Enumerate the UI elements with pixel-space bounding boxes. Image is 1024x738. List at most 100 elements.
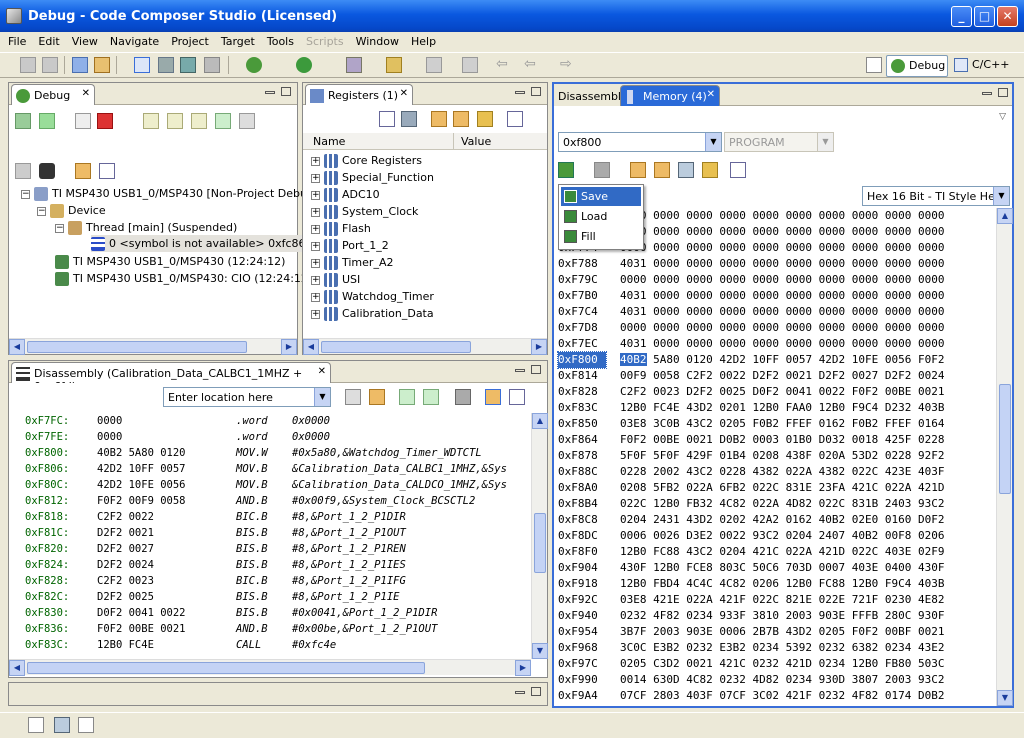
scroll-left-icon[interactable]: ◀ <box>9 339 25 355</box>
import-export-icon[interactable] <box>558 162 574 178</box>
disasm-vscroll[interactable]: ▲ ▼ <box>531 413 548 659</box>
go-icon[interactable] <box>345 389 361 405</box>
menu-scripts[interactable]: Scripts <box>300 35 350 48</box>
scroll-thumb[interactable] <box>321 341 471 353</box>
column-value[interactable]: Value <box>461 135 491 148</box>
close-button[interactable]: ✕ <box>997 6 1018 27</box>
memory-selected-word[interactable]: 40B2 <box>620 353 647 366</box>
tree-item-thread[interactable]: − Thread [main] (Suspended) <box>55 219 237 236</box>
save-icon[interactable] <box>42 57 58 73</box>
menu-item-fill[interactable]: Fill <box>561 227 641 246</box>
memory-grid[interactable]: 0xF74C0000 0000 0000 0000 0000 0000 0000… <box>554 208 994 706</box>
memory-row[interactable]: 0xF800 40B2 5A80 0120 42D2 10FF 0057 42D2… <box>557 351 945 369</box>
menu-item-save[interactable]: Save <box>561 187 641 206</box>
remove-terminated-icon[interactable] <box>15 113 31 129</box>
disasm-row[interactable]: 0xF836: F0F2 00BE 0021 AND.B #0x00be,&Port_… <box>9 621 529 637</box>
memory-row[interactable]: 0xF7EC 4031 0000 0000 0000 0000 0000 0000… <box>558 336 945 352</box>
register-group[interactable]: + Timer_A2 <box>311 254 393 271</box>
scroll-down-icon[interactable]: ▼ <box>532 643 548 659</box>
step-return-icon[interactable] <box>191 113 207 129</box>
reload-icon[interactable] <box>204 57 220 73</box>
memory-row[interactable]: 0xF864 F0F2 00BE 0021 D0B2 0003 01B0 D032… <box>558 432 945 448</box>
step-into-icon[interactable] <box>143 113 159 129</box>
load-program-icon[interactable] <box>180 57 196 73</box>
disasm-row[interactable]: 0xF830: D0F2 0041 0022 BIS.B #0x0041,&Port_… <box>9 605 529 621</box>
memory-row[interactable]: 0xF954 3B7F 2003 903E 0006 2B7B 43D2 0205… <box>558 624 945 640</box>
minimize-view-icon[interactable] <box>265 91 275 94</box>
disasm-row[interactable]: 0xF800: 40B2 5A80 0120 MOV.W #0x5a80,&Watch… <box>9 445 529 461</box>
memory-row[interactable]: 0xF878 5F0F 5F0F 429F 01B4 0208 438F 020A… <box>558 448 945 464</box>
menu-view[interactable]: View <box>66 35 104 48</box>
disasm-row[interactable]: 0xF7FE: 0000 .word 0x0000 <box>9 429 529 445</box>
expand-icon[interactable]: + <box>311 190 320 200</box>
asm-step-over-icon[interactable] <box>423 389 439 405</box>
minimize-button[interactable]: _ <box>951 6 972 27</box>
close-tab-icon[interactable]: ✕ <box>82 88 90 99</box>
pin-icon[interactable] <box>386 57 402 73</box>
expand-icon[interactable]: + <box>311 224 320 234</box>
register-group[interactable]: + Special_Function <box>311 169 434 186</box>
tree-item-device[interactable]: − Device <box>37 202 106 219</box>
new-icon[interactable] <box>20 57 36 73</box>
column-name[interactable]: Name <box>313 135 345 148</box>
view-menu-icon[interactable]: ▽ <box>999 112 1006 122</box>
tree-item-frame[interactable]: 0 <symbol is not available> 0xfc86 <box>91 235 310 252</box>
suspend-icon[interactable] <box>75 113 91 129</box>
back-icon[interactable]: ⇦ <box>524 57 540 73</box>
close-tab-icon[interactable]: ✕ <box>707 89 715 100</box>
register-group[interactable]: + Flash <box>311 220 371 237</box>
minimize-view-icon[interactable] <box>982 92 992 95</box>
menu-tools[interactable]: Tools <box>261 35 300 48</box>
register-group[interactable]: + ADC10 <box>311 186 380 203</box>
register-group[interactable]: + Watchdog_Timer <box>311 288 434 305</box>
memory-row[interactable]: 0xF83C 12B0 FC4E 43D2 0201 12B0 FAA0 12B0… <box>558 400 945 416</box>
dropdown-arrow-icon[interactable]: ▼ <box>817 133 833 151</box>
disasm-row[interactable]: 0xF83C: 12B0 FC4E CALL #0xfc4e <box>9 637 529 653</box>
tree-item-process[interactable]: TI MSP430 USB1_0/MSP430 (12:24:12) <box>55 253 285 270</box>
memory-vscroll[interactable]: ▲ ▼ <box>996 208 1013 706</box>
show-source-icon[interactable] <box>455 389 471 405</box>
memory-row[interactable]: 0xF788 4031 0000 0000 0000 0000 0000 0000… <box>558 256 945 272</box>
memory-row[interactable]: 0xF9A4 07CF 2803 403F 07CF 3C02 421F 0232… <box>558 688 945 704</box>
scroll-right-icon[interactable]: ▶ <box>281 339 297 355</box>
new-view-icon[interactable] <box>730 162 746 178</box>
disasm-row[interactable]: 0xF824: D2F2 0024 BIS.B #8,&Port_1_2_P1IES <box>9 557 529 573</box>
maximize-view-icon[interactable] <box>531 87 541 96</box>
navigate-icon[interactable] <box>462 57 478 73</box>
menu-window[interactable]: Window <box>350 35 405 48</box>
minimize-view-icon[interactable] <box>515 369 525 372</box>
perspective-ccpp[interactable]: C/C++ <box>950 55 1010 77</box>
pin-icon[interactable] <box>678 162 694 178</box>
scroll-left-icon[interactable]: ◀ <box>303 339 319 355</box>
maximize-view-icon[interactable] <box>281 87 291 96</box>
scroll-up-icon[interactable]: ▲ <box>532 413 548 429</box>
scroll-thumb[interactable] <box>27 662 425 674</box>
register-group[interactable]: + Port_1_2 <box>311 237 389 254</box>
memory-row[interactable]: 0xF79C 0000 0000 0000 0000 0000 0000 0000… <box>558 272 945 288</box>
memory-row[interactable]: 0xF850 03E8 3C0B 43C2 0205 F0B2 FFEF 0162… <box>558 416 945 432</box>
expand-icon[interactable]: + <box>311 275 320 285</box>
close-tab-icon[interactable]: ✕ <box>400 88 408 99</box>
reset-icon[interactable] <box>239 113 255 129</box>
new-view-icon[interactable] <box>507 111 523 127</box>
scroll-thumb[interactable] <box>27 341 247 353</box>
disasm-row[interactable]: 0xF818: C2F2 0022 BIC.B #8,&Port_1_2_P1DIR <box>9 509 529 525</box>
dropdown-arrow-icon[interactable]: ▼ <box>705 133 721 151</box>
disasm-row[interactable]: 0xF812: F0F2 00F9 0058 AND.B #0x00f9,&Syste… <box>9 493 529 509</box>
memory-row[interactable]: 0xF8A0 0208 5FB2 022A 6FB2 022C 831E 23FA… <box>558 480 945 496</box>
menu-item-load[interactable]: Load <box>561 207 641 226</box>
step-icon[interactable] <box>426 57 442 73</box>
disasm-row[interactable]: 0xF82C: D2F2 0025 BIS.B #8,&Port_1_2_P1IE <box>9 589 529 605</box>
scroll-left-icon[interactable]: ◀ <box>9 660 25 676</box>
restart-icon[interactable] <box>15 163 31 179</box>
registers-hscroll[interactable]: ◀ ▶ <box>303 338 547 355</box>
disasm-row[interactable]: 0xF828: C2F2 0023 BIC.B #8,&Port_1_2_P1IFG <box>9 573 529 589</box>
edit-icon[interactable] <box>346 57 362 73</box>
expand-icon[interactable]: + <box>311 207 320 217</box>
location-combo[interactable]: Enter location here ▼ <box>163 387 331 407</box>
back-arrow-icon[interactable]: ⇦ <box>496 57 512 73</box>
tab-disassembly[interactable]: Disassembly (Calibration_Data_CALBC1_1MH… <box>11 362 331 393</box>
format-combo[interactable]: Hex 16 Bit - TI Style Hex ▼ <box>862 186 1010 206</box>
disasm-row[interactable]: 0xF80C: 42D2 10FE 0056 MOV.B &Calibration_D… <box>9 477 529 493</box>
memory-row[interactable]: 0xF990 0014 630D 4C82 0232 4D82 0234 930D… <box>558 672 945 688</box>
